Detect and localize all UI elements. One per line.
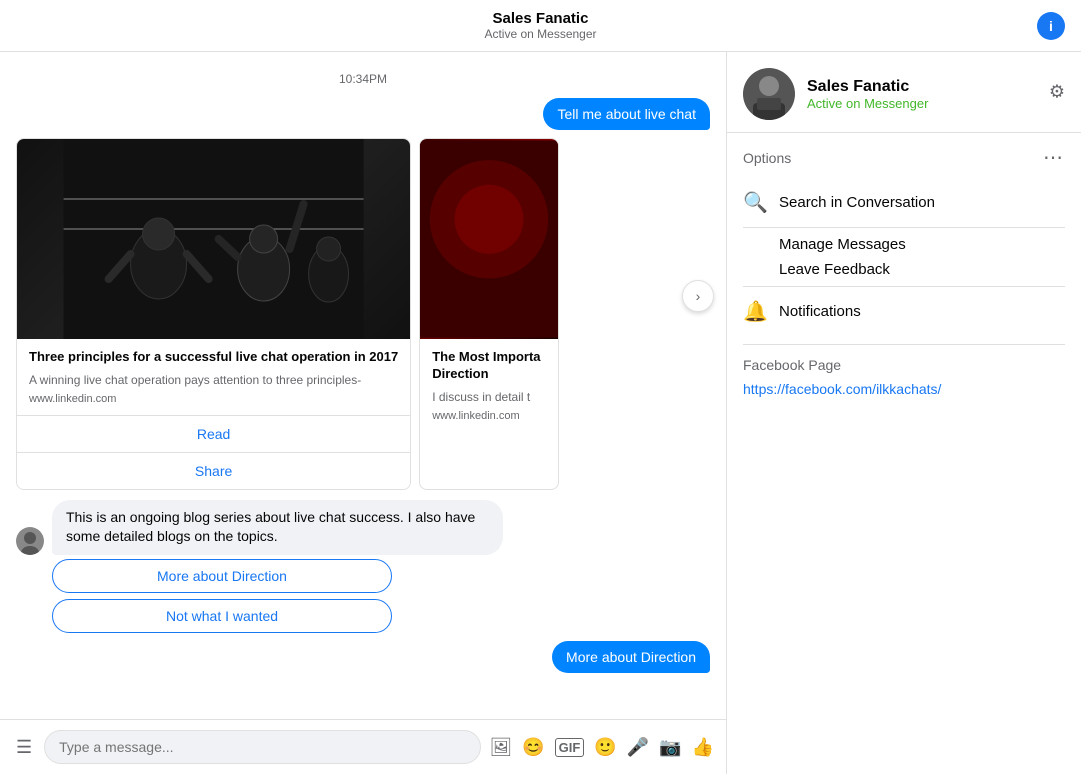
main-layout: 10:34PM Tell me about live chat xyxy=(0,52,1081,774)
timestamp: 10:34PM xyxy=(16,72,710,86)
card-1: Three principles for a successful live c… xyxy=(16,138,411,490)
header-status: Active on Messenger xyxy=(484,27,596,41)
card-2-image xyxy=(420,139,558,339)
divider-1 xyxy=(743,227,1065,228)
chat-input-area: ☰ 🖼 😊 GIF 🙂 🎤 📷 👍 xyxy=(0,719,726,774)
sidebar-profile-name: Sales Fanatic xyxy=(807,78,928,96)
card-1-desc: A winning live chat operation pays atten… xyxy=(29,372,398,389)
manage-messages-option[interactable]: Manage Messages xyxy=(743,232,1065,257)
fb-page-title: Facebook Page xyxy=(743,357,1065,373)
sent-action-message: More about Direction xyxy=(16,641,710,673)
card-2-domain: www.linkedin.com xyxy=(432,410,546,422)
chat-messages: 10:34PM Tell me about live chat xyxy=(0,52,726,719)
search-option[interactable]: 🔍 Search in Conversation xyxy=(743,182,1065,223)
gear-icon[interactable]: ⚙ xyxy=(1049,82,1065,103)
card-2-title: The Most Importa Direction xyxy=(432,349,546,383)
image-icon[interactable]: 🖼 xyxy=(489,737,512,758)
options-more-btn[interactable]: ⋯ xyxy=(1043,145,1065,170)
menu-icon[interactable]: ☰ xyxy=(12,733,36,762)
quick-reply-not-wanted[interactable]: Not what I wanted xyxy=(52,599,392,633)
sidebar-profile-status: Active on Messenger xyxy=(807,96,928,111)
header-title: Sales Fanatic Active on Messenger xyxy=(484,10,596,41)
like-icon[interactable]: 👍 xyxy=(692,737,714,758)
divider-2 xyxy=(743,286,1065,287)
audio-icon[interactable]: 🎤 xyxy=(627,737,649,758)
quick-replies: More about Direction Not what I wanted xyxy=(52,559,710,633)
bot-avatar xyxy=(16,527,44,555)
card-1-share-btn[interactable]: Share xyxy=(17,453,410,489)
header-page-name: Sales Fanatic xyxy=(484,10,596,27)
camera-icon[interactable]: 📷 xyxy=(659,737,681,758)
card-1-body: Three principles for a successful live c… xyxy=(17,339,410,415)
card-2: The Most Importa Direction I discuss in … xyxy=(419,138,559,490)
card-2-desc: I discuss in detail t xyxy=(432,389,546,406)
info-icon[interactable]: i xyxy=(1037,12,1065,40)
notifications-option[interactable]: 🔔 Notifications xyxy=(743,291,1065,332)
input-icons: 🖼 😊 GIF 🙂 🎤 📷 👍 xyxy=(489,737,714,758)
card-1-read-btn[interactable]: Read xyxy=(17,416,410,453)
card-1-actions: Read Share xyxy=(17,415,410,489)
sent-bubble-text: Tell me about live chat xyxy=(543,98,710,130)
options-section: Options ⋯ 🔍 Search in Conversation Manag… xyxy=(727,133,1081,344)
fb-page-section: Facebook Page https://facebook.com/ilkka… xyxy=(727,345,1081,411)
options-title: Options xyxy=(743,150,791,166)
card-2-body: The Most Importa Direction I discuss in … xyxy=(420,339,558,432)
sent-action-bubble: More about Direction xyxy=(552,641,710,673)
emoji-icon[interactable]: 🙂 xyxy=(594,737,616,758)
bot-message-row: This is an ongoing blog series about liv… xyxy=(16,500,710,555)
card-1-domain: www.linkedin.com xyxy=(29,393,398,405)
chat-area: 10:34PM Tell me about live chat xyxy=(0,52,727,774)
message-input[interactable] xyxy=(44,730,481,764)
sidebar: Sales Fanatic Active on Messenger ⚙ Opti… xyxy=(727,52,1081,774)
sticker-icon[interactable]: 😊 xyxy=(522,737,544,758)
fb-page-link[interactable]: https://facebook.com/ilkkachats/ xyxy=(743,381,941,397)
options-header: Options ⋯ xyxy=(743,145,1065,170)
carousel-next-btn[interactable]: › xyxy=(682,280,714,312)
quick-reply-direction[interactable]: More about Direction xyxy=(52,559,392,593)
gif-icon[interactable]: GIF xyxy=(555,738,585,757)
bell-icon: 🔔 xyxy=(743,299,767,324)
notifications-label: Notifications xyxy=(779,303,861,320)
card-1-image xyxy=(17,139,410,339)
bot-bubble-text: This is an ongoing blog series about liv… xyxy=(52,500,503,555)
header: Sales Fanatic Active on Messenger i xyxy=(0,0,1081,52)
sent-message: Tell me about live chat xyxy=(16,98,710,130)
profile-info: Sales Fanatic Active on Messenger xyxy=(807,78,928,111)
leave-feedback-option[interactable]: Leave Feedback xyxy=(743,257,1065,282)
profile-avatar xyxy=(743,68,795,120)
carousel-container: Three principles for a successful live c… xyxy=(16,138,710,490)
search-label: Search in Conversation xyxy=(779,194,935,211)
search-icon: 🔍 xyxy=(743,190,767,215)
carousel-cards: Three principles for a successful live c… xyxy=(16,138,710,490)
sidebar-profile: Sales Fanatic Active on Messenger ⚙ xyxy=(727,52,1081,133)
card-1-title: Three principles for a successful live c… xyxy=(29,349,398,366)
